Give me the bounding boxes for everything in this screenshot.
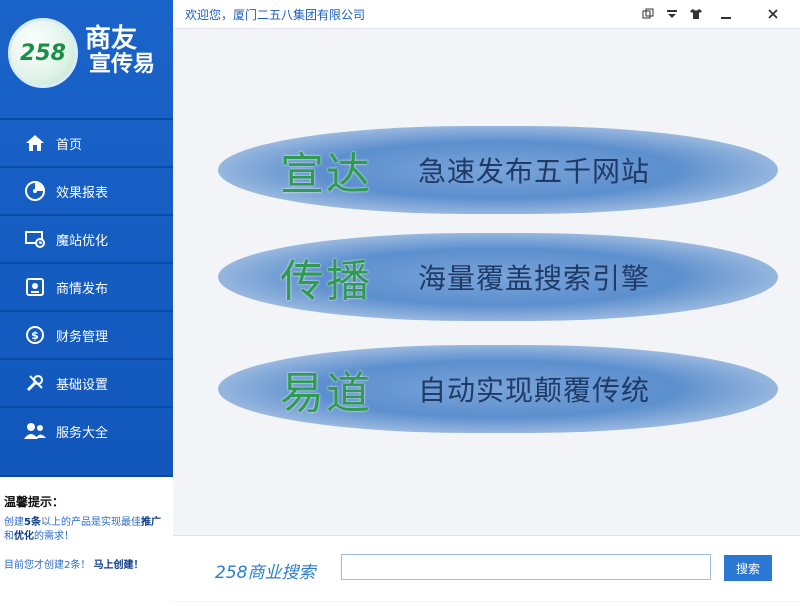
banner-title: 易道 bbox=[280, 368, 372, 419]
logo: 258 商友 宣传易 bbox=[0, 0, 173, 118]
home-icon bbox=[22, 130, 48, 156]
sidebar-item-label: 首页 bbox=[56, 137, 83, 153]
svg-text:$: $ bbox=[31, 329, 39, 342]
banner-title: 传播 bbox=[280, 256, 372, 307]
settings-icon bbox=[22, 370, 48, 396]
tips-text: 的需求！ bbox=[34, 531, 74, 542]
tips-count: 5条 bbox=[24, 517, 41, 528]
banner-chuanbo: 传播 海量覆盖搜索引擎 bbox=[218, 233, 778, 321]
tips-text: 和 bbox=[4, 531, 14, 542]
close-icon[interactable] bbox=[764, 5, 782, 23]
sidebar-item-label: 服务大全 bbox=[56, 425, 109, 441]
finance-icon: $ bbox=[22, 322, 48, 348]
sidebar-item-finance[interactable]: $ 财务管理 bbox=[0, 310, 173, 358]
welcome-text: 欢迎您，厦门二五八集团有限公司 bbox=[185, 8, 366, 22]
search-input[interactable] bbox=[341, 554, 711, 580]
tips-body: 创建5条以上的产品是实现最佳推广和优化的需求！ bbox=[4, 516, 169, 544]
publish-icon bbox=[22, 274, 48, 300]
banner-yidao: 易道 自动实现颠覆传统 bbox=[218, 345, 778, 433]
sidebar-item-publish[interactable]: 商情发布 bbox=[0, 262, 173, 310]
sidebar-item-optimize[interactable]: 魔站优化 bbox=[0, 214, 173, 262]
banner-slogan: 急速发布五千网站 bbox=[418, 155, 651, 188]
sidebar-item-label: 基础设置 bbox=[56, 377, 109, 393]
tips-keyword: 推广 bbox=[140, 517, 161, 528]
sidebar-item-services[interactable]: 服务大全 bbox=[0, 406, 173, 454]
banner-xuanda: 宣达 急速发布五千网站 bbox=[218, 126, 778, 214]
banner-title: 宣达 bbox=[280, 149, 372, 200]
sidebar-item-label: 效果报表 bbox=[56, 185, 109, 201]
search-button[interactable]: 搜索 bbox=[724, 555, 772, 581]
logo-subtitle: 宣传易 bbox=[89, 51, 156, 78]
title-bar: 欢迎您，厦门二五八集团有限公司 bbox=[173, 0, 800, 29]
logo-number: 258 bbox=[20, 40, 66, 66]
sidebar-item-label: 魔站优化 bbox=[56, 233, 109, 249]
logo-badge: 258 bbox=[8, 18, 78, 88]
skin-icon[interactable] bbox=[687, 5, 705, 23]
sidebar-nav: 首页 效果报表 魔站优化 商情发布 $ 财务管理 基础设置 服务大全 bbox=[0, 118, 173, 454]
optimize-icon bbox=[22, 226, 48, 252]
tips-text: 以上的产品是实现最佳 bbox=[40, 517, 141, 528]
logo-title: 商友 bbox=[85, 24, 138, 54]
search-bar: 258商业搜索 搜索 bbox=[173, 535, 800, 601]
tips-text: 创建 bbox=[4, 517, 24, 528]
tips-status-text: 目前您才创建2条！ bbox=[4, 560, 91, 571]
main-content: 宣达 急速发布五千网站 传播 海量覆盖搜索引擎 易道 自动实现颠覆传统 bbox=[173, 29, 800, 534]
sidebar-item-label: 商情发布 bbox=[56, 281, 109, 297]
sidebar-item-settings[interactable]: 基础设置 bbox=[0, 358, 173, 406]
sidebar: 258 商友 宣传易 首页 效果报表 魔站优化 商情发布 $ 财务管理 基础设置… bbox=[0, 0, 173, 602]
sidebar-item-label: 财务管理 bbox=[56, 329, 109, 345]
banner-slogan: 海量覆盖搜索引擎 bbox=[418, 262, 651, 295]
dropdown-icon[interactable] bbox=[663, 5, 681, 23]
report-icon bbox=[22, 178, 48, 204]
logo-text: 商友 宣传易 bbox=[85, 24, 171, 78]
minimize-icon[interactable] bbox=[717, 5, 735, 23]
create-now-link[interactable]: 马上创建！ bbox=[94, 560, 144, 571]
sidebar-item-home[interactable]: 首页 bbox=[0, 118, 173, 166]
search-brand: 258商业搜索 bbox=[215, 563, 316, 583]
tips-panel: 温馨提示： 创建5条以上的产品是实现最佳推广和优化的需求！ 目前您才创建2条！ … bbox=[0, 475, 173, 602]
sidebar-item-report[interactable]: 效果报表 bbox=[0, 166, 173, 214]
services-icon bbox=[22, 418, 48, 444]
restore-icon[interactable] bbox=[639, 5, 657, 23]
tips-status: 目前您才创建2条！ 马上创建！ bbox=[4, 556, 169, 571]
tips-keyword: 优化 bbox=[14, 531, 34, 542]
tips-title: 温馨提示： bbox=[4, 495, 65, 509]
banner-slogan: 自动实现颠覆传统 bbox=[418, 374, 651, 407]
